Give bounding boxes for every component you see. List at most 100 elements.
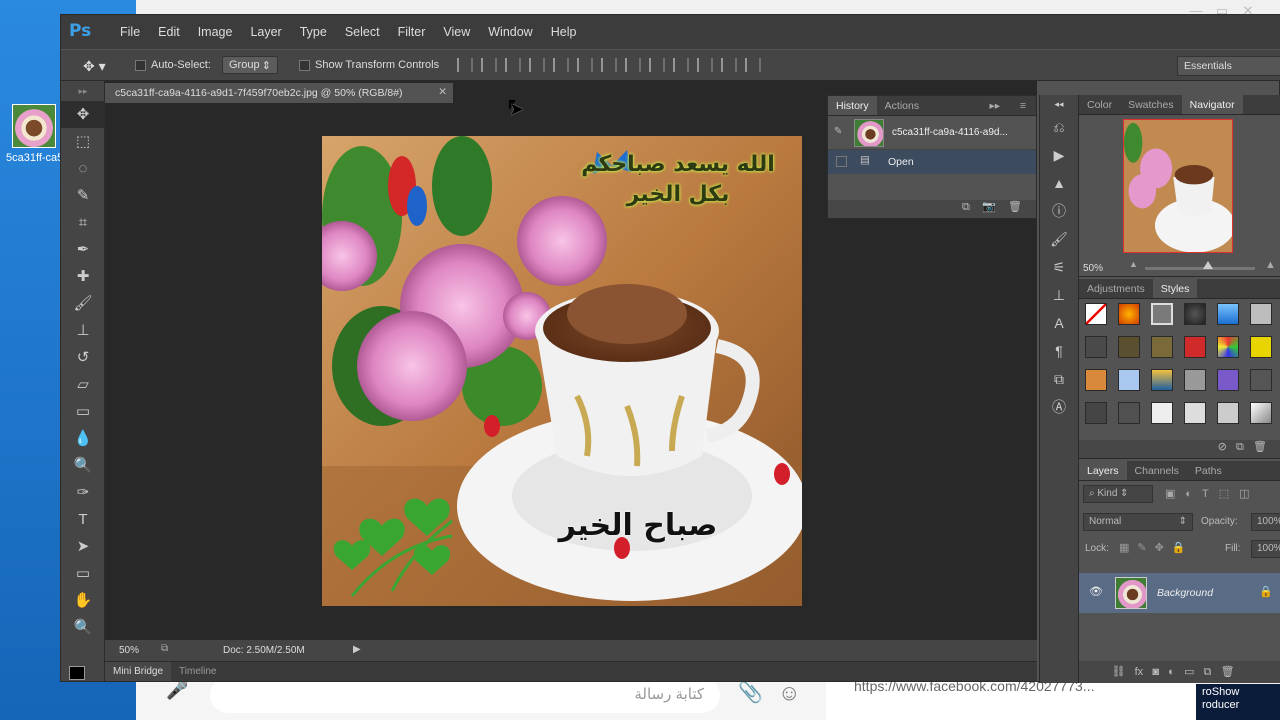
menu-select[interactable]: Select [336,25,389,39]
style-swatch[interactable] [1217,369,1239,391]
style-swatch[interactable] [1184,402,1206,424]
type-tool-icon[interactable]: T [61,506,105,533]
close-document-icon[interactable]: ✕ [438,86,447,98]
blur-tool-icon[interactable]: 💧 [61,425,105,452]
collapse-strip-icon[interactable]: ◂◂ [1040,95,1078,113]
panel-menu-icon[interactable]: ≡ [1012,96,1034,116]
history-snapshot[interactable]: ✎ c5ca31ff-ca9a-4116-a9d... [828,116,1036,150]
zoom-slider-handle[interactable] [1203,261,1213,269]
transform-controls-checkbox[interactable]: Show Transform Controls [299,59,439,71]
actions-panel-icon[interactable]: ▶ [1040,141,1078,169]
history-state-open[interactable]: ▤ Open [828,150,1036,174]
style-swatch[interactable] [1118,336,1140,358]
style-none[interactable] [1085,303,1107,325]
pen-tool-icon[interactable]: ✑ [61,479,105,506]
tab-timeline[interactable]: Timeline [171,662,224,681]
style-swatch[interactable] [1118,303,1140,325]
tab-styles[interactable]: Styles [1152,279,1198,298]
state-checkbox[interactable] [836,156,847,167]
visibility-eye-icon[interactable]: 👁 [1089,585,1103,598]
fx-icon[interactable]: fx [1135,666,1144,678]
style-swatch[interactable] [1085,402,1107,424]
style-swatch[interactable] [1250,402,1272,424]
histogram-icon[interactable]: ▲ [1040,169,1078,197]
move-tool-preset-icon[interactable]: ✥ ▾ [83,58,106,75]
hand-tool-icon[interactable]: ✋ [61,587,105,614]
layer-filter-icons[interactable]: ▣◐T⬚◫ [1165,487,1260,500]
emoji-icon[interactable]: ☺ [778,680,800,706]
gradient-tool-icon[interactable]: ▭ [61,398,105,425]
layer-row-background[interactable]: 👁 Background 🔒 [1079,573,1280,613]
clear-style-icon[interactable]: ⊘ [1218,441,1227,453]
delete-style-icon[interactable]: 🗑 [1253,441,1267,453]
tab-paths[interactable]: Paths [1187,461,1230,480]
move-tool-icon[interactable]: ✥ [61,101,105,128]
document-tab[interactable]: c5ca31ff-ca9a-4116-a9d1-7f459f70eb2c.jpg… [105,83,453,103]
style-swatch[interactable] [1250,369,1272,391]
align-right-icon[interactable] [577,58,593,72]
tab-actions[interactable]: Actions [877,96,927,115]
auto-align-icon[interactable] [745,58,761,72]
info-panel-icon[interactable]: ⓘ [1040,197,1078,225]
zoom-tool-icon[interactable]: 🔍 [61,614,105,641]
desktop-file-icon[interactable]: 5ca31ff-ca5 [6,104,62,174]
message-input[interactable]: كتابة رسالة [210,677,720,713]
zoom-out-icon[interactable]: ▲ [1129,259,1138,269]
style-swatch[interactable] [1217,303,1239,325]
zoom-in-icon[interactable]: ▲ [1265,259,1276,271]
brush-presets-icon[interactable]: 🖌 [1040,225,1078,253]
zoom-slider[interactable] [1145,267,1255,270]
zoom-level[interactable]: 50% [119,645,139,656]
auto-select-dropdown[interactable]: Group ⇕ [222,56,278,74]
style-swatch[interactable] [1184,369,1206,391]
tab-mini-bridge[interactable]: Mini Bridge [105,662,172,681]
menu-layer[interactable]: Layer [241,25,290,39]
maximize-icon[interactable]: ▭ [1209,3,1235,25]
style-swatch[interactable] [1217,336,1239,358]
path-select-icon[interactable]: ➤ [61,533,105,560]
status-menu-icon[interactable]: ▶ [353,644,361,655]
clone-source-icon[interactable]: ⊥ [1040,281,1078,309]
eyedropper-tool-icon[interactable]: ✒ [61,236,105,263]
style-swatch[interactable] [1118,402,1140,424]
style-swatch[interactable] [1085,336,1107,358]
link-layers-icon[interactable]: ⛓ [1111,666,1125,678]
document-image[interactable]: الله يسعد صباحكم بكل الخير صباح الخير [322,136,802,606]
new-style-icon[interactable]: ⧉ [1236,441,1244,453]
character-styles-icon[interactable]: Ⓐ [1040,393,1078,421]
collapse-tools-icon[interactable]: ▸▸ [61,81,105,101]
attach-icon[interactable]: 📎 [738,680,763,705]
distribute-right-icon[interactable] [721,58,737,72]
align-hcenter-icon[interactable] [553,58,569,72]
tab-swatches[interactable]: Swatches [1120,95,1182,114]
history-brush-icon[interactable]: ↺ [61,344,105,371]
lock-icons[interactable]: ▦✎✥🔒 [1119,541,1194,554]
close-icon[interactable]: ✕ [1235,3,1261,25]
tab-channels[interactable]: Channels [1127,461,1187,480]
tab-history[interactable]: History [828,96,877,115]
foreground-color-swatch[interactable] [69,666,85,680]
auto-select-checkbox[interactable]: Auto-Select: [135,59,211,71]
brush-tool-icon[interactable]: 🖌 [61,290,105,317]
style-swatch[interactable] [1184,303,1206,325]
align-left-icon[interactable] [529,58,545,72]
marquee-tool-icon[interactable]: ⬚ [61,128,105,155]
menu-filter[interactable]: Filter [389,25,435,39]
microphone-icon[interactable]: 🎤 [166,680,188,706]
healing-brush-icon[interactable]: ✚ [61,263,105,290]
tab-adjustments[interactable]: Adjustments [1079,279,1153,298]
style-swatch[interactable] [1151,402,1173,424]
distribute-bottom-icon[interactable] [649,58,665,72]
clone-stamp-icon[interactable]: ⊥ [61,317,105,344]
layer-filter-kind[interactable]: ⌕ Kind ⇕ [1083,485,1153,503]
workspace-switcher[interactable]: Essentials [1177,56,1280,76]
menu-window[interactable]: Window [479,25,541,39]
new-snapshot-icon[interactable]: 📷 [982,201,996,213]
align-top-icon[interactable] [457,58,473,72]
new-document-from-state-icon[interactable]: ⧉ [962,201,970,213]
distribute-vcenter-icon[interactable] [625,58,641,72]
menu-file[interactable]: File [111,25,149,39]
distribute-hcenter-icon[interactable] [697,58,713,72]
style-swatch[interactable] [1151,369,1173,391]
layer-comps-icon[interactable]: ⧉ [1040,365,1078,393]
